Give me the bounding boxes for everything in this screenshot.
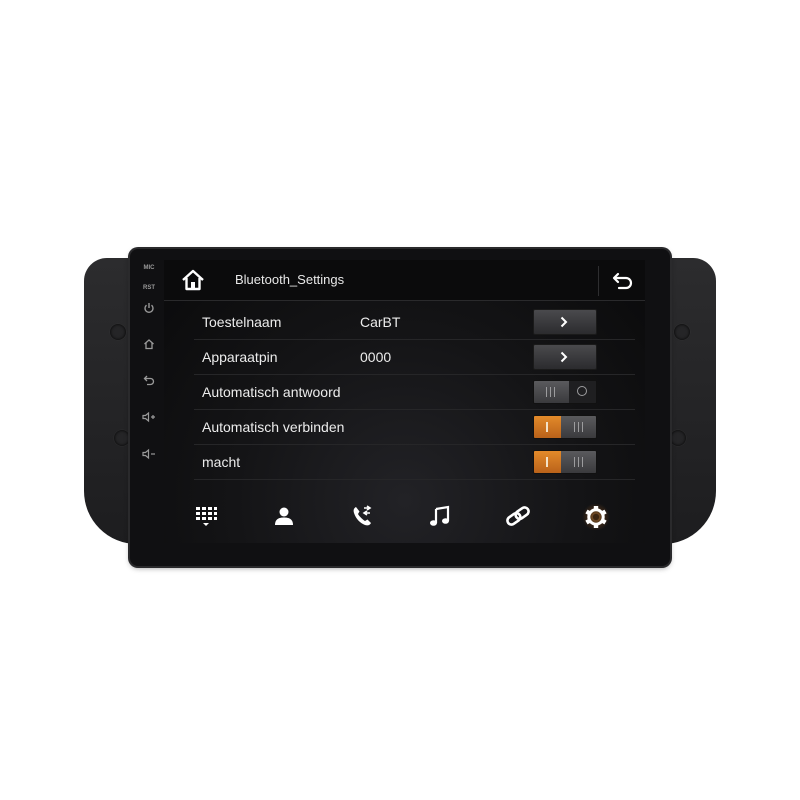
setting-label: Toestelnaam bbox=[202, 314, 282, 330]
edit-device-name-button[interactable] bbox=[533, 309, 597, 335]
home-hardware-button[interactable] bbox=[134, 338, 164, 350]
edit-device-pin-button[interactable] bbox=[533, 344, 597, 370]
title-bar: Bluetooth_Settings bbox=[164, 260, 645, 301]
music-icon bbox=[430, 505, 450, 526]
dialpad-icon bbox=[196, 507, 217, 526]
side-button-column: MIC RST bbox=[134, 258, 164, 468]
bottom-navigation bbox=[164, 492, 645, 543]
setting-label: macht bbox=[202, 454, 241, 470]
call-log-tab[interactable] bbox=[347, 504, 377, 530]
page-title: Bluetooth_Settings bbox=[235, 272, 345, 287]
volume-up-button[interactable] bbox=[134, 411, 164, 423]
screen: Bluetooth_Settings Toestelnaam CarBT App… bbox=[164, 260, 645, 543]
contacts-tab[interactable] bbox=[269, 504, 299, 530]
settings-tab[interactable] bbox=[581, 504, 611, 530]
setting-row-auto-answer: Automatisch antwoord bbox=[194, 375, 635, 410]
setting-label: Automatisch antwoord bbox=[202, 384, 341, 400]
settings-gear-icon bbox=[585, 506, 607, 528]
dialpad-tab[interactable] bbox=[191, 504, 221, 530]
auto-connect-toggle[interactable] bbox=[533, 415, 597, 439]
volume-up-icon bbox=[142, 411, 155, 423]
power-button[interactable] bbox=[134, 302, 164, 314]
back-icon bbox=[143, 375, 155, 386]
volume-down-icon bbox=[142, 448, 155, 460]
home-icon bbox=[144, 339, 154, 350]
power-icon bbox=[144, 303, 154, 314]
music-tab[interactable] bbox=[425, 504, 455, 530]
setting-row-device-pin: Apparaatpin 0000 bbox=[194, 340, 635, 375]
reset-button[interactable]: RST bbox=[134, 285, 164, 291]
home-button[interactable] bbox=[180, 268, 206, 292]
mic-label: MIC bbox=[143, 265, 155, 271]
setting-label: Automatisch verbinden bbox=[202, 419, 345, 435]
setting-row-device-name: Toestelnaam CarBT bbox=[194, 305, 635, 340]
power-toggle[interactable] bbox=[533, 450, 597, 474]
setting-value: 0000 bbox=[360, 349, 392, 365]
home-icon bbox=[182, 269, 204, 291]
screw bbox=[670, 430, 686, 446]
chevron-right-icon bbox=[560, 316, 568, 328]
setting-value: CarBT bbox=[360, 314, 401, 330]
back-arrow-icon bbox=[612, 272, 633, 290]
back-hardware-button[interactable] bbox=[134, 374, 164, 386]
link-icon bbox=[506, 506, 530, 526]
connections-tab[interactable] bbox=[503, 504, 533, 530]
screw bbox=[114, 430, 130, 446]
setting-row-power: macht bbox=[194, 445, 635, 480]
back-button[interactable] bbox=[598, 266, 645, 296]
contacts-icon bbox=[275, 507, 293, 525]
chevron-right-icon bbox=[560, 351, 568, 363]
screw bbox=[110, 324, 126, 340]
auto-answer-toggle[interactable] bbox=[533, 380, 597, 404]
volume-down-button[interactable] bbox=[134, 448, 164, 460]
setting-label: Apparaatpin bbox=[202, 349, 278, 365]
settings-list: Toestelnaam CarBT Apparaatpin 0000 Autom… bbox=[164, 305, 645, 480]
screw bbox=[674, 324, 690, 340]
call-log-icon bbox=[353, 505, 372, 526]
setting-row-auto-connect: Automatisch verbinden bbox=[194, 410, 635, 445]
